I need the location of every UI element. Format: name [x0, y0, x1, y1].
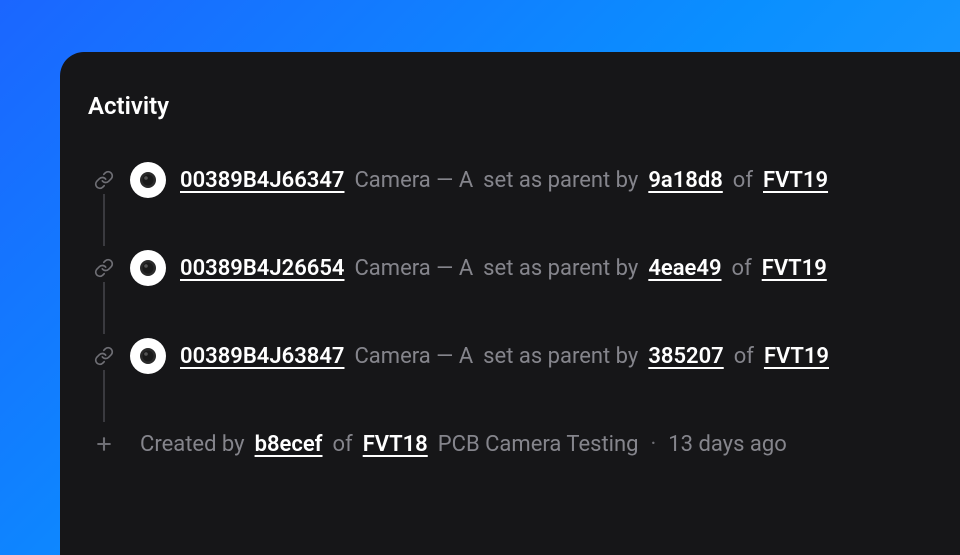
activity-item: 00389B4J66347 Camera — A set as parent b…: [88, 156, 960, 204]
created-prefix: Created by: [140, 432, 245, 457]
hash-link[interactable]: 9a18d8: [648, 168, 722, 193]
activity-panel: Activity 00389B4J66347 Camera — A set as…: [60, 52, 960, 555]
activity-item-created: Created by b8ecef of FVT18 PCB Camera Te…: [88, 420, 960, 468]
activity-item: 00389B4J63847 Camera — A set as parent b…: [88, 332, 960, 380]
action-label: set as parent by: [483, 168, 638, 193]
timeline-icon-col: [88, 244, 120, 292]
serial-link[interactable]: 00389B4J63847: [180, 344, 344, 369]
action-label: set as parent by: [483, 256, 638, 281]
plus-icon: [94, 434, 114, 454]
camera-avatar: [130, 250, 166, 286]
activity-text: Created by b8ecef of FVT18 PCB Camera Te…: [140, 432, 787, 457]
timeline-icon-col: [88, 420, 120, 468]
hash-link[interactable]: 385207: [648, 344, 723, 369]
station-link[interactable]: FVT19: [763, 168, 828, 193]
link-icon: [94, 346, 114, 366]
activity-text: 00389B4J26654 Camera — A set as parent b…: [180, 256, 827, 281]
activity-text: 00389B4J63847 Camera — A set as parent b…: [180, 344, 829, 369]
device-label: Camera — A: [354, 168, 473, 193]
camera-avatar: [130, 162, 166, 198]
timeline-icon-col: [88, 332, 120, 380]
link-icon: [94, 170, 114, 190]
hash-link[interactable]: b8ecef: [255, 432, 323, 457]
timestamp: 13 days ago: [668, 432, 787, 457]
station-link[interactable]: FVT18: [363, 432, 428, 457]
timeline-connector: [103, 194, 105, 246]
link-icon: [94, 258, 114, 278]
camera-avatar: [130, 338, 166, 374]
separator: ·: [651, 432, 657, 457]
of-label: of: [733, 168, 753, 193]
created-description: PCB Camera Testing: [438, 432, 639, 457]
activity-item: 00389B4J26654 Camera — A set as parent b…: [88, 244, 960, 292]
action-label: set as parent by: [483, 344, 638, 369]
of-label: of: [734, 344, 754, 369]
station-link[interactable]: FVT19: [764, 344, 829, 369]
of-label: of: [333, 432, 353, 457]
activity-text: 00389B4J66347 Camera — A set as parent b…: [180, 168, 828, 193]
timeline-icon-col: [88, 156, 120, 204]
device-label: Camera — A: [354, 344, 473, 369]
page-title: Activity: [88, 92, 960, 120]
timeline-connector: [103, 370, 105, 422]
station-link[interactable]: FVT19: [762, 256, 827, 281]
of-label: of: [732, 256, 752, 281]
activity-list: 00389B4J66347 Camera — A set as parent b…: [88, 156, 960, 468]
device-label: Camera — A: [354, 256, 473, 281]
serial-link[interactable]: 00389B4J26654: [180, 256, 344, 281]
serial-link[interactable]: 00389B4J66347: [180, 168, 344, 193]
hash-link[interactable]: 4eae49: [648, 256, 721, 281]
timeline-connector: [103, 282, 105, 334]
